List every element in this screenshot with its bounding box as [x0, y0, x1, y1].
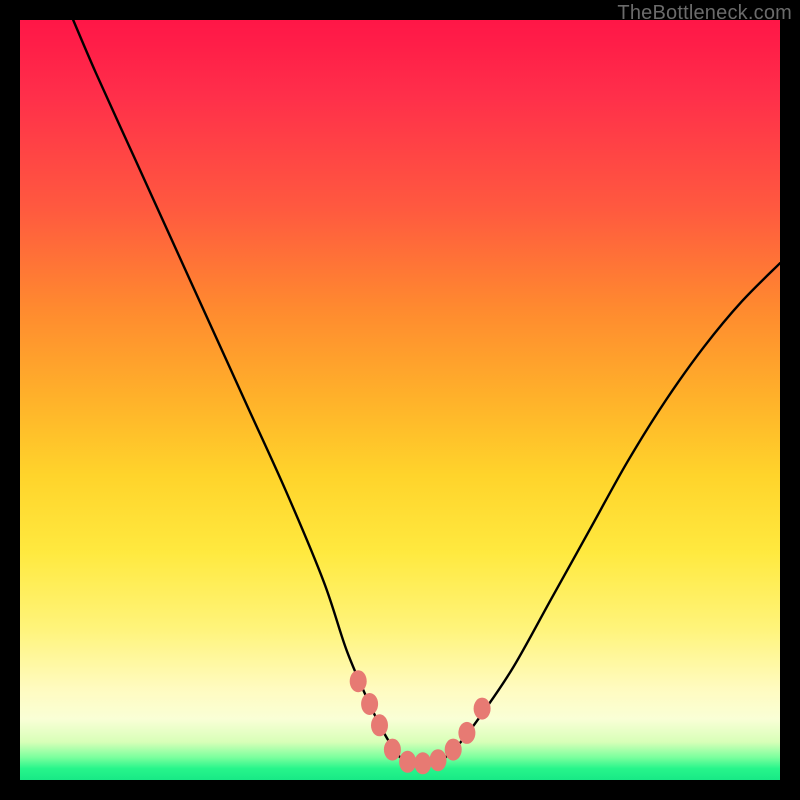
- highlight-marker: [445, 739, 462, 761]
- highlight-marker: [350, 670, 367, 692]
- highlight-marker: [474, 698, 491, 720]
- marker-group: [350, 670, 491, 774]
- highlight-marker: [414, 752, 431, 774]
- watermark-text: TheBottleneck.com: [617, 2, 792, 25]
- highlight-marker: [430, 749, 447, 771]
- outer-frame: TheBottleneck.com: [0, 0, 800, 800]
- bottleneck-curve: [73, 20, 780, 766]
- highlight-marker: [361, 693, 378, 715]
- curve-layer: [20, 20, 780, 780]
- highlight-marker: [399, 751, 416, 773]
- highlight-marker: [458, 722, 475, 744]
- highlight-marker: [371, 714, 388, 736]
- highlight-marker: [384, 739, 401, 761]
